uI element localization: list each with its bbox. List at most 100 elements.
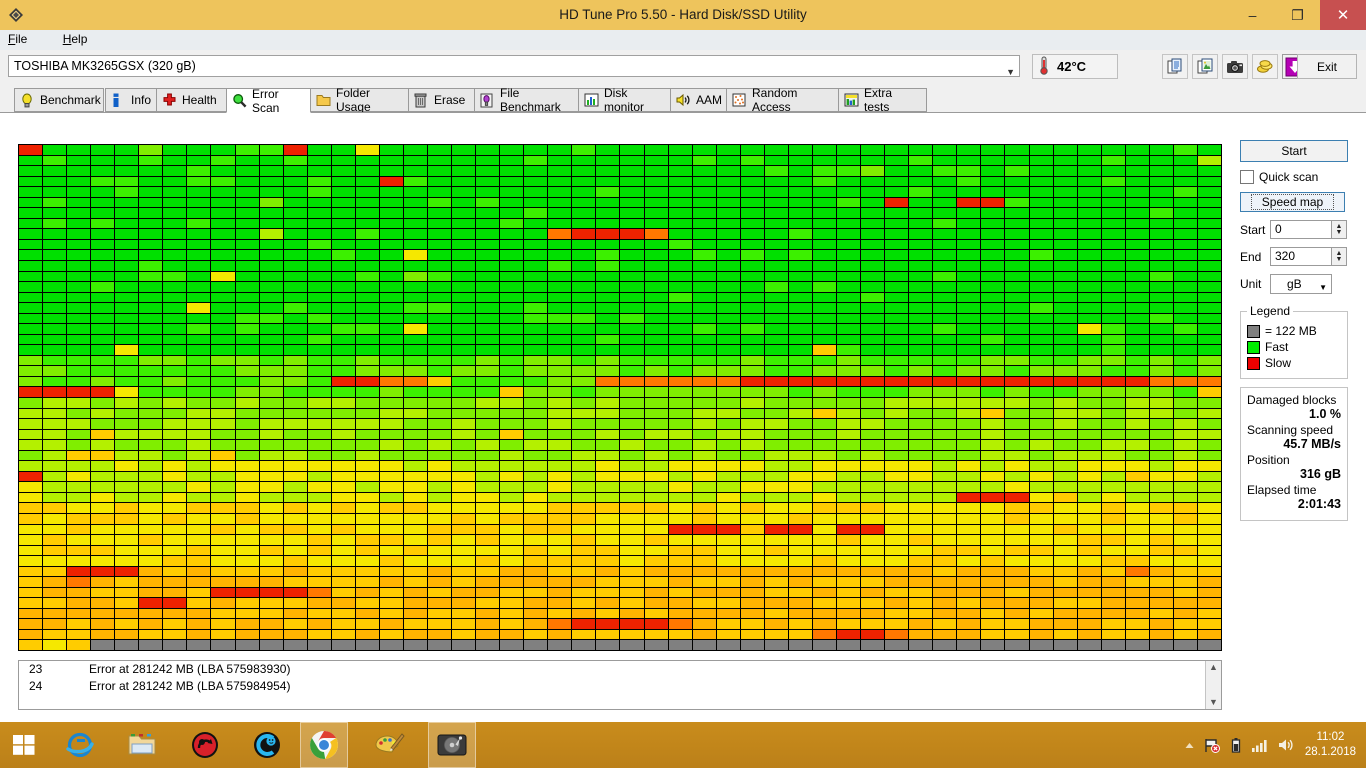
- quick-scan-checkbox[interactable]: Quick scan: [1240, 170, 1350, 184]
- disk-block: [307, 545, 331, 556]
- stepper-down-icon: ▼: [1335, 228, 1343, 236]
- disk-block: [1173, 408, 1197, 419]
- disk-block-grid[interactable]: [19, 145, 1221, 650]
- ccleaner-icon[interactable]: [243, 722, 291, 768]
- disk-block: [1053, 608, 1077, 619]
- disk-block: [1005, 419, 1029, 429]
- disk-block: [957, 429, 981, 440]
- tab-extra-tests[interactable]: Extra tests: [838, 86, 927, 114]
- disk-block: [355, 145, 379, 155]
- tab-error-scan[interactable]: Error Scan: [226, 87, 311, 115]
- disk-block: [1197, 450, 1221, 461]
- tab-file-benchmark[interactable]: File Benchmark: [474, 86, 584, 114]
- tab-random-access[interactable]: Random Access: [726, 86, 839, 114]
- google-chrome-icon[interactable]: [300, 722, 348, 768]
- disk-block: [1125, 471, 1149, 482]
- disk-block: [572, 450, 596, 461]
- disk-block: [187, 450, 211, 461]
- disk-block: [19, 429, 43, 440]
- disk-block: [548, 303, 572, 313]
- disk-block: [716, 408, 740, 419]
- error-list[interactable]: 23 Error at 281242 MB (LBA 575983930) 24 Er…: [18, 660, 1222, 710]
- disk-block: [981, 419, 1005, 429]
- range-end-input[interactable]: 320: [1270, 247, 1332, 266]
- exit-button[interactable]: Exit: [1297, 54, 1357, 79]
- disk-block: [1005, 619, 1029, 629]
- disk-block: [837, 598, 861, 608]
- show-hidden-icons-icon[interactable]: [1184, 740, 1195, 751]
- disk-block: [43, 450, 67, 461]
- tab-disk-monitor[interactable]: Disk monitor: [578, 86, 678, 114]
- file-explorer-icon[interactable]: [118, 722, 166, 768]
- disk-block: [307, 587, 331, 598]
- battery-icon[interactable]: [1229, 737, 1243, 754]
- disk-block: [1149, 471, 1173, 482]
- disk-block: [764, 260, 788, 271]
- disk-block: [187, 197, 211, 208]
- unit-select[interactable]: gB ▼: [1270, 274, 1332, 294]
- internet-explorer-icon[interactable]: [56, 722, 104, 768]
- disk-block: [837, 176, 861, 187]
- scroll-up-icon[interactable]: ▲: [1209, 663, 1218, 672]
- action-center-flag-icon[interactable]: [1203, 737, 1221, 754]
- disk-block: [67, 419, 91, 429]
- copy-icon[interactable]: [1162, 54, 1188, 79]
- disk-block: [1125, 608, 1149, 619]
- disk-block: [379, 218, 403, 229]
- red-tool-app-icon[interactable]: [181, 722, 229, 768]
- disk-block: [668, 292, 692, 303]
- error-list-scrollbar[interactable]: ▲ ▼: [1205, 661, 1221, 709]
- speed-map-button[interactable]: Speed map: [1240, 192, 1345, 212]
- minimize-button[interactable]: –: [1230, 0, 1275, 30]
- start-scan-button[interactable]: Start: [1240, 140, 1348, 162]
- disk-block: [1101, 334, 1125, 345]
- copy-image-icon[interactable]: [1192, 54, 1218, 79]
- error-list-item[interactable]: 24 Error at 281242 MB (LBA 575984954): [19, 678, 1221, 695]
- disk-block: [1029, 461, 1053, 471]
- scroll-down-icon[interactable]: ▼: [1209, 698, 1218, 707]
- restore-button[interactable]: ❐: [1275, 0, 1320, 30]
- disk-block: [1029, 419, 1053, 429]
- screenshot-camera-icon[interactable]: [1222, 54, 1248, 79]
- tab-erase[interactable]: Erase: [408, 88, 476, 112]
- tab-health[interactable]: Health: [156, 88, 228, 112]
- range-start-input[interactable]: 0: [1270, 220, 1332, 239]
- disk-block: [957, 303, 981, 313]
- disk-block-map[interactable]: [18, 144, 1222, 651]
- disk-block: [163, 566, 187, 577]
- disk-block: [957, 535, 981, 545]
- disk-block: [1005, 229, 1029, 239]
- menu-item-file[interactable]: File: [8, 32, 43, 46]
- disk-block: [692, 545, 716, 556]
- volume-icon[interactable]: [1277, 737, 1295, 753]
- disk-block: [620, 461, 644, 471]
- disk-block: [379, 535, 403, 545]
- paint-icon[interactable]: [365, 722, 413, 768]
- disk-block: [1029, 166, 1053, 176]
- disk-block: [788, 271, 812, 282]
- range-end-stepper[interactable]: ▲ ▼: [1332, 247, 1347, 266]
- disk-block: [1077, 619, 1101, 629]
- disk-block: [933, 229, 957, 239]
- disk-block: [885, 239, 909, 250]
- tab-benchmark[interactable]: Benchmark: [14, 88, 104, 112]
- network-signal-icon[interactable]: [1251, 738, 1269, 753]
- disk-block: [837, 260, 861, 271]
- disk-block: [379, 450, 403, 461]
- taskbar-clock[interactable]: 11:02 28.1.2018: [1305, 730, 1356, 760]
- error-list-item[interactable]: 23 Error at 281242 MB (LBA 575983930): [19, 661, 1221, 678]
- disk-block: [43, 145, 67, 155]
- drive-select[interactable]: TOSHIBA MK3265GSX (320 gB) ▼: [8, 55, 1020, 77]
- hd-tune-pro-icon[interactable]: [428, 722, 476, 768]
- disk-block: [43, 218, 67, 229]
- start-button[interactable]: [0, 722, 48, 768]
- close-button[interactable]: ✕: [1320, 0, 1366, 30]
- disk-block: [283, 387, 307, 397]
- disk-block: [235, 145, 259, 155]
- menu-item-help[interactable]: Help: [63, 32, 88, 46]
- disk-block: [1029, 387, 1053, 397]
- tab-aam[interactable]: AAM: [670, 88, 728, 112]
- coins-icon[interactable]: [1252, 54, 1278, 79]
- range-start-stepper[interactable]: ▲ ▼: [1332, 220, 1347, 239]
- tab-folder-usage[interactable]: Folder Usage: [310, 86, 410, 114]
